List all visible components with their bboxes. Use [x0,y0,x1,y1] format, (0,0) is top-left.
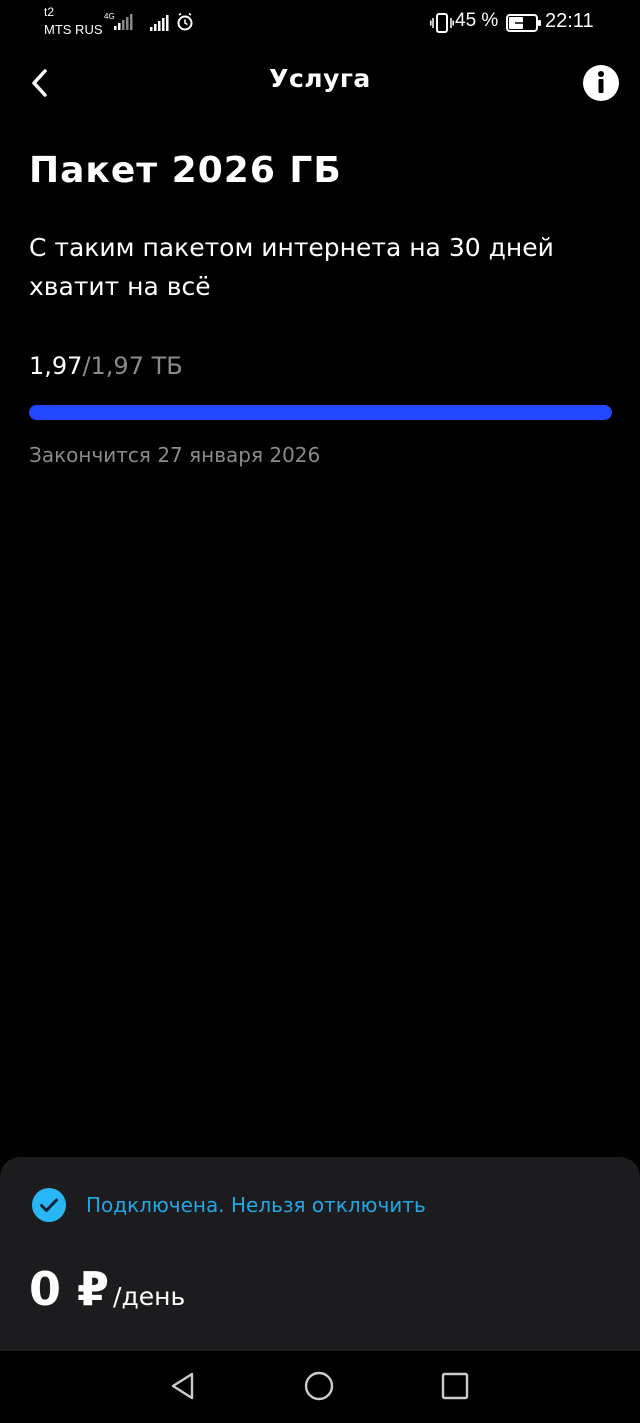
usage-progress-bar [29,405,612,420]
price-period: /день [113,1282,186,1311]
signal-bars-icon: 4G [104,12,133,30]
signal-bars-icon [150,15,169,31]
usage-readout: 1,97/1,97 ТБ [29,352,183,380]
battery-percent: 45 % [455,10,499,31]
page-title: Услуга [269,64,371,93]
usage-progress-fill [29,405,612,420]
package-title: Пакет 2026 ГБ [29,150,342,191]
status-bar: t2 MTS RUS 4G 45 % 22:11 [0,0,640,50]
usage-total: /1,97 ТБ [82,352,183,380]
subscription-panel: Подключена. Нельзя отключить 0 ₽/день [0,1157,640,1351]
nav-back-icon[interactable] [168,1371,198,1401]
check-circle-icon [32,1188,66,1222]
vibrate-icon [430,13,454,33]
price-value: 0 ₽ [29,1262,110,1316]
battery-charging-icon [506,14,541,32]
alarm-clock-icon [177,12,193,31]
subscription-status: Подключена. Нельзя отключить [86,1193,426,1217]
package-description: С таким пакетом интернета на 30 дней хва… [29,233,554,301]
info-icon[interactable] [582,64,620,102]
clock-time: 22:11 [545,10,594,32]
carrier-name-1: t2 [44,5,55,19]
usage-used: 1,97 [29,352,83,380]
carrier-info: t2 MTS RUS [44,5,103,37]
network-type-label: 4G [104,12,115,21]
nav-recents-icon[interactable] [441,1372,469,1400]
carrier-name-2: MTS RUS [44,22,103,37]
system-nav-bar [0,1351,640,1423]
nav-home-icon[interactable] [303,1370,335,1402]
expiry-date: Закончится 27 января 2026 [29,443,321,467]
price: 0 ₽/день [29,1262,185,1316]
